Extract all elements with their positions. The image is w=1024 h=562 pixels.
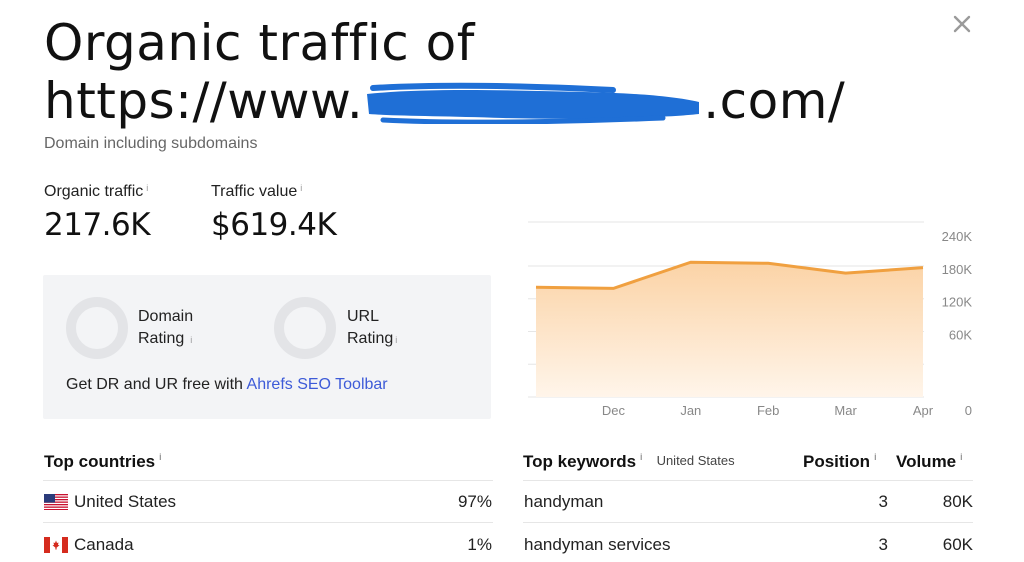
info-icon[interactable]: i: [146, 183, 148, 193]
close-icon[interactable]: [948, 10, 976, 38]
divider: [523, 522, 973, 523]
url-rating-ring: [274, 297, 336, 359]
keywords-country: United States: [656, 453, 735, 468]
page-title: Organic traffic of https://www. .com/: [44, 14, 944, 130]
traffic-area: [536, 262, 923, 397]
x-tick-label: Jan: [680, 403, 701, 418]
title-line-2: https://www. .com/: [44, 72, 944, 130]
ca-flag-icon: [44, 537, 68, 553]
y-tick-label: 60K: [949, 327, 972, 342]
page-subtitle: Domain including subdomains: [44, 135, 258, 152]
country-name[interactable]: United States: [74, 492, 176, 512]
country-share: 1%: [467, 535, 492, 554]
keyword-volume: 60K: [942, 535, 973, 554]
top-countries-heading: Top countries i: [44, 452, 162, 471]
info-icon[interactable]: i: [300, 183, 302, 193]
top-keywords-heading: Top keywords i United States: [523, 452, 735, 471]
x-tick-label: Dec: [602, 403, 626, 418]
domain-rating-label: Domain Rating i: [138, 308, 194, 347]
us-flag-icon: [44, 494, 68, 510]
volume-column-header: Volume i: [896, 452, 963, 471]
divider: [43, 522, 493, 523]
y-tick-label: 240K: [942, 229, 973, 244]
keyword-volume: 80K: [942, 492, 973, 511]
y-tick-label: 120K: [942, 295, 973, 310]
keyword-link[interactable]: handyman: [524, 492, 603, 512]
organic-traffic-metric: Organic traffic i 217.6K: [44, 183, 151, 243]
traffic-value-label: Traffic value: [211, 183, 298, 200]
country-share: 97%: [457, 492, 492, 511]
redaction-scribble: [367, 82, 700, 124]
x-tick-label: Apr: [913, 403, 934, 418]
keyword-link[interactable]: handyman services: [524, 535, 670, 555]
divider: [523, 480, 973, 481]
title-url-prefix: https://www.: [44, 72, 364, 130]
divider: [43, 480, 493, 481]
y-tick-label: 180K: [942, 262, 973, 277]
promo-text: Get DR and UR free with: [66, 376, 247, 393]
ahrefs-toolbar-link[interactable]: Ahrefs SEO Toolbar: [247, 376, 388, 393]
organic-traffic-label: Organic traffic: [44, 183, 144, 200]
organic-traffic-modal: Organic traffic of https://www. .com/ Do…: [0, 0, 1024, 562]
info-icon[interactable]: i: [190, 335, 192, 345]
title-url-suffix: .com/: [703, 72, 846, 130]
info-icon[interactable]: i: [159, 452, 162, 462]
info-icon[interactable]: i: [960, 452, 963, 462]
y-tick-label: 0: [965, 403, 972, 418]
info-icon[interactable]: i: [640, 452, 643, 462]
title-line-1: Organic traffic of: [44, 14, 475, 72]
country-name[interactable]: Canada: [74, 535, 134, 555]
x-tick-label: Feb: [757, 403, 779, 418]
position-column-header: Position i: [803, 452, 877, 471]
keyword-position: 3: [878, 535, 888, 554]
traffic-line: [535, 260, 924, 290]
domain-rating-ring: [66, 297, 128, 359]
info-icon[interactable]: i: [395, 335, 397, 345]
toolbar-promo: Get DR and UR free with Ahrefs SEO Toolb…: [66, 376, 388, 394]
keyword-position: 3: [878, 492, 888, 511]
organic-traffic-value: 217.6K: [44, 207, 151, 243]
url-rating-label: URL Rating i: [347, 308, 398, 347]
info-icon[interactable]: i: [874, 452, 877, 462]
ratings-panel: Domain Rating i URL Rating i Get DR and UR…: [43, 275, 491, 419]
x-tick-label: Mar: [834, 403, 857, 418]
traffic-value-value: $619.4K: [211, 207, 337, 243]
traffic-value-metric: Traffic value i $619.4K: [211, 183, 337, 243]
